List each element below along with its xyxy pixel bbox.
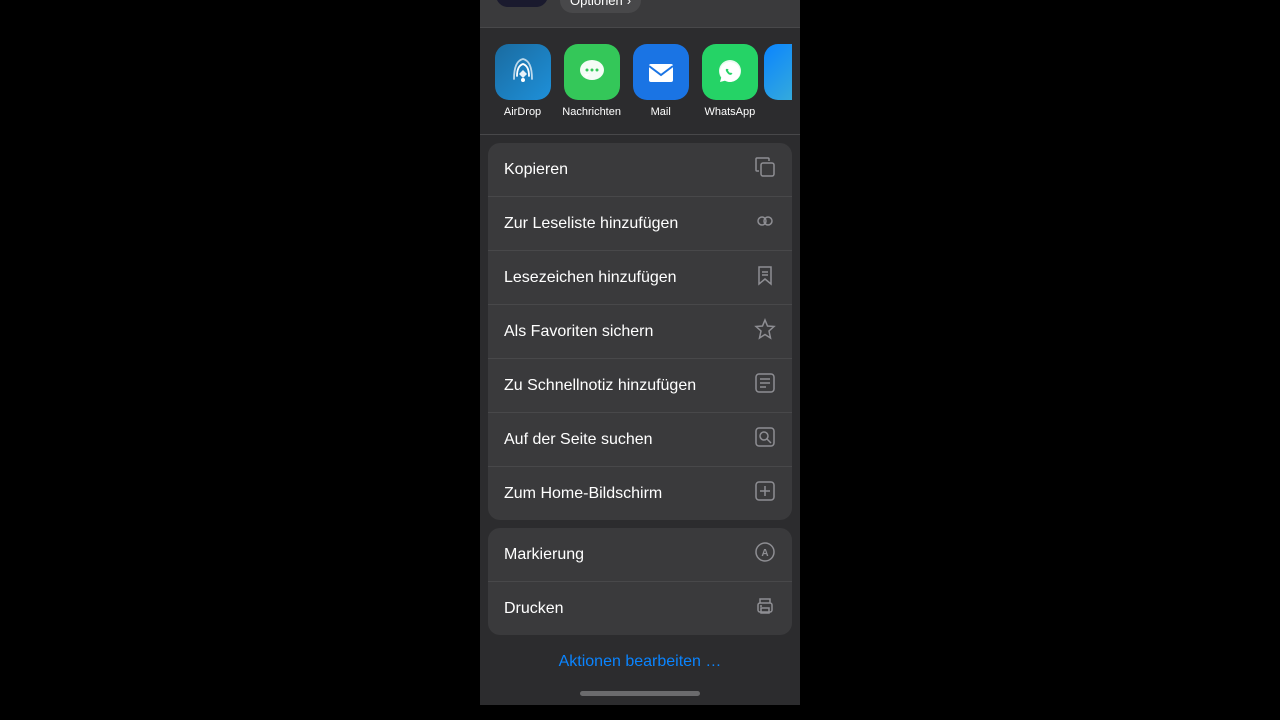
action-lesezeichen[interactable]: Lesezeichen hinzufügen	[488, 251, 792, 305]
copy-icon	[754, 156, 776, 183]
add-home-icon	[754, 480, 776, 507]
action-section-2: Markierung A Drucken	[488, 528, 792, 635]
action-leseliste[interactable]: Zur Leseliste hinzufügen	[488, 197, 792, 251]
action-kopieren[interactable]: Kopieren	[488, 143, 792, 197]
kopieren-label: Kopieren	[504, 161, 568, 179]
readinglist-icon	[754, 210, 776, 237]
drucken-label: Drucken	[504, 600, 564, 618]
messages-label: Nachrichten	[562, 106, 621, 118]
markierung-label: Markierung	[504, 546, 584, 564]
share-sheet: ChatGPT chat.openai.com Optionen › ✕	[480, 0, 800, 705]
apps-row: AirDrop Nachrichten	[480, 28, 800, 135]
phone-frame: 14:27 ▐▐▐ ▲	[480, 15, 800, 705]
app-item-messages[interactable]: Nachrichten	[557, 44, 626, 118]
options-button[interactable]: Optionen ›	[560, 0, 641, 13]
whatsapp-svg	[714, 56, 746, 88]
home-indicator	[480, 681, 800, 705]
chatgpt-icon	[496, 0, 548, 7]
options-label: Optionen	[570, 0, 623, 8]
messages-svg	[576, 56, 608, 88]
suchen-label: Auf der Seite suchen	[504, 431, 653, 449]
app-item-airdrop[interactable]: AirDrop	[488, 44, 557, 118]
homescreen-label: Zum Home-Bildschirm	[504, 485, 662, 503]
schnellnotiz-label: Zu Schnellnotiz hinzufügen	[504, 377, 696, 395]
action-markierung[interactable]: Markierung A	[488, 528, 792, 582]
quicknote-icon	[754, 372, 776, 399]
markup-icon: A	[754, 541, 776, 568]
edit-actions-label: Aktionen bearbeiten …	[559, 653, 722, 670]
app-item-mail[interactable]: Mail	[626, 44, 695, 118]
action-homescreen[interactable]: Zum Home-Bildschirm	[488, 467, 792, 520]
background-content: ChatGPT chat.openai.com Optionen › ✕	[480, 45, 800, 705]
action-list: Kopieren Zur Leseliste hinzufügen	[480, 143, 800, 681]
app-item-whatsapp[interactable]: WhatsApp	[695, 44, 764, 118]
mail-icon-circle	[633, 44, 689, 100]
home-bar	[580, 691, 700, 696]
print-icon	[754, 595, 776, 622]
options-chevron: ›	[627, 0, 631, 8]
search-page-icon	[754, 426, 776, 453]
action-suchen[interactable]: Auf der Seite suchen	[488, 413, 792, 467]
app-info: ChatGPT chat.openai.com Optionen ›	[560, 0, 784, 13]
action-drucken[interactable]: Drucken	[488, 582, 792, 635]
leseliste-label: Zur Leseliste hinzufügen	[504, 215, 678, 233]
share-header: ChatGPT chat.openai.com Optionen › ✕	[480, 0, 800, 28]
whatsapp-label: WhatsApp	[704, 106, 755, 118]
lesezeichen-label: Lesezeichen hinzufügen	[504, 269, 677, 287]
action-favoriten[interactable]: Als Favoriten sichern	[488, 305, 792, 359]
action-schnellnotiz[interactable]: Zu Schnellnotiz hinzufügen	[488, 359, 792, 413]
mail-svg	[645, 56, 677, 88]
favorite-icon	[754, 318, 776, 345]
airdrop-label: AirDrop	[504, 106, 541, 118]
bookmark-icon	[754, 264, 776, 291]
airdrop-svg	[507, 56, 539, 88]
messages-icon-circle	[564, 44, 620, 100]
app-icon-wrapper	[496, 0, 548, 7]
partial-icon	[764, 44, 792, 100]
airdrop-icon-circle	[495, 44, 551, 100]
favoriten-label: Als Favoriten sichern	[504, 323, 653, 341]
app-item-partial	[764, 44, 792, 118]
whatsapp-icon-circle	[702, 44, 758, 100]
svg-text:A: A	[761, 548, 768, 559]
mail-label: Mail	[651, 106, 671, 118]
action-section-1: Kopieren Zur Leseliste hinzufügen	[488, 143, 792, 520]
edit-actions[interactable]: Aktionen bearbeiten …	[480, 643, 800, 681]
